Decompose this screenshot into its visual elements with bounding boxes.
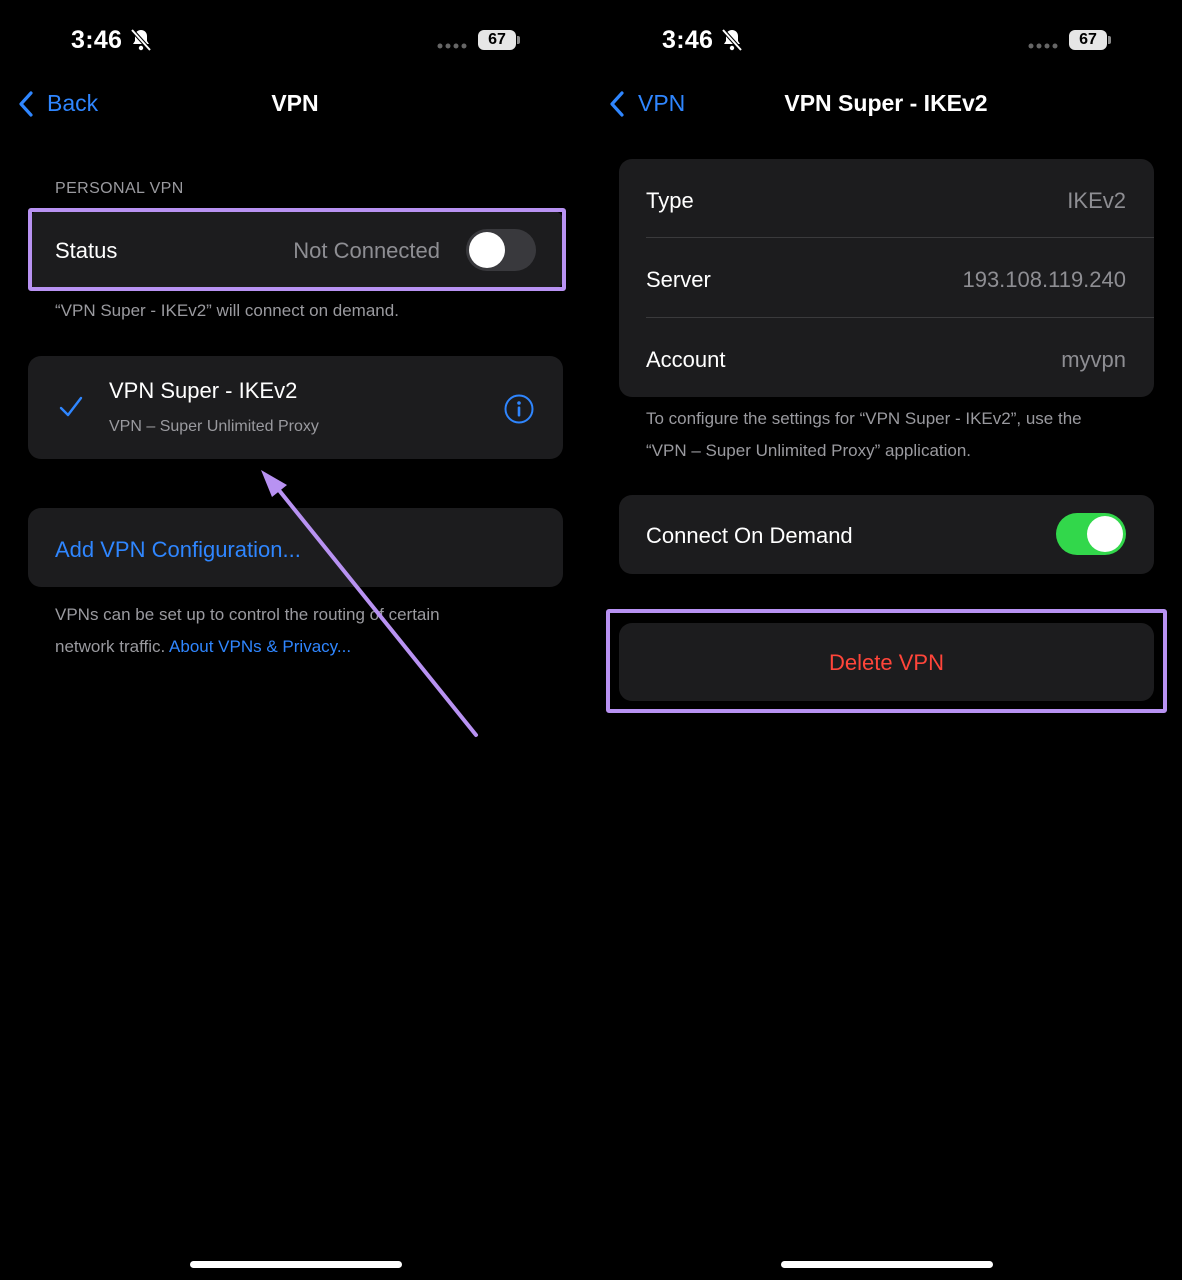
home-indicator[interactable]: [781, 1261, 993, 1268]
vpn-config-provider: VPN – Super Unlimited Proxy: [109, 418, 319, 435]
vpn-details-card: Type IKEv2 Server 193.108.119.240 Accoun…: [619, 159, 1154, 397]
add-vpn-configuration-row[interactable]: Add VPN Configuration...: [28, 508, 563, 587]
page-title: VPN Super - IKEv2: [784, 90, 988, 116]
detail-server-label: Server: [646, 267, 711, 292]
chevron-left-icon[interactable]: [608, 90, 626, 118]
row-separator: [646, 237, 1154, 238]
vpn-footer-text: VPNs can be set up to control the routin…: [55, 599, 440, 663]
detail-type-label: Type: [646, 188, 694, 213]
battery-indicator: 67: [478, 30, 516, 50]
detail-account-value: myvpn: [1061, 347, 1126, 372]
checkmark-icon: [59, 396, 83, 417]
signal-dots-icon: [1028, 43, 1058, 49]
vpn-config-name: VPN Super - IKEv2: [109, 378, 298, 403]
config-note-line-1: To configure the settings for “VPN Super…: [646, 409, 1082, 428]
status-bar-time: 3:46: [71, 26, 123, 54]
connect-on-demand-label: Connect On Demand: [646, 523, 853, 548]
home-indicator[interactable]: [190, 1261, 402, 1268]
info-icon[interactable]: [503, 393, 535, 425]
footer-line-2: network traffic. About VPNs & Privacy...: [55, 631, 440, 663]
highlight-box-delete: [606, 609, 1167, 713]
back-button[interactable]: Back: [47, 90, 98, 117]
back-button[interactable]: VPN: [638, 90, 685, 117]
connect-on-demand-toggle[interactable]: [1056, 513, 1126, 555]
status-bar-time: 3:46: [662, 26, 714, 54]
detail-server-value: 193.108.119.240: [962, 267, 1126, 292]
connect-on-demand-row: Connect On Demand: [619, 495, 1154, 574]
detail-type-value: IKEv2: [1067, 188, 1126, 213]
add-vpn-configuration-button[interactable]: Add VPN Configuration...: [55, 537, 301, 563]
page-title: VPN: [271, 90, 319, 116]
signal-dots-icon: [437, 43, 467, 49]
footer-line-1: VPNs can be set up to control the routin…: [55, 605, 440, 624]
row-separator: [646, 317, 1154, 318]
vpn-settings-screen: 3:46 67 Back VPN PERSONAL VPN Status Not…: [0, 0, 591, 1280]
section-header-personal-vpn: PERSONAL VPN: [55, 180, 184, 197]
silent-bell-icon: [721, 28, 743, 52]
chevron-left-icon[interactable]: [17, 90, 35, 118]
detail-account-label: Account: [646, 347, 726, 372]
footer-line-2-text: network traffic.: [55, 637, 166, 656]
battery-cap-icon: [517, 36, 520, 44]
on-demand-note: “VPN Super - IKEv2” will connect on dema…: [55, 301, 399, 320]
vpn-config-row[interactable]: VPN Super - IKEv2 VPN – Super Unlimited …: [28, 356, 563, 459]
battery-cap-icon: [1108, 36, 1111, 44]
vpn-detail-screen: 3:46 67 VPN VPN Super - IKEv2 Type IKEv2…: [591, 0, 1182, 1280]
silent-bell-icon: [130, 28, 152, 52]
toggle-knob: [1087, 516, 1123, 552]
battery-indicator: 67: [1069, 30, 1107, 50]
config-note-line-2: “VPN – Super Unlimited Proxy” applicatio…: [646, 441, 972, 460]
config-note: To configure the settings for “VPN Super…: [646, 403, 1082, 467]
about-vpns-privacy-link[interactable]: About VPNs & Privacy...: [169, 637, 351, 656]
highlight-box-status: [28, 208, 566, 291]
